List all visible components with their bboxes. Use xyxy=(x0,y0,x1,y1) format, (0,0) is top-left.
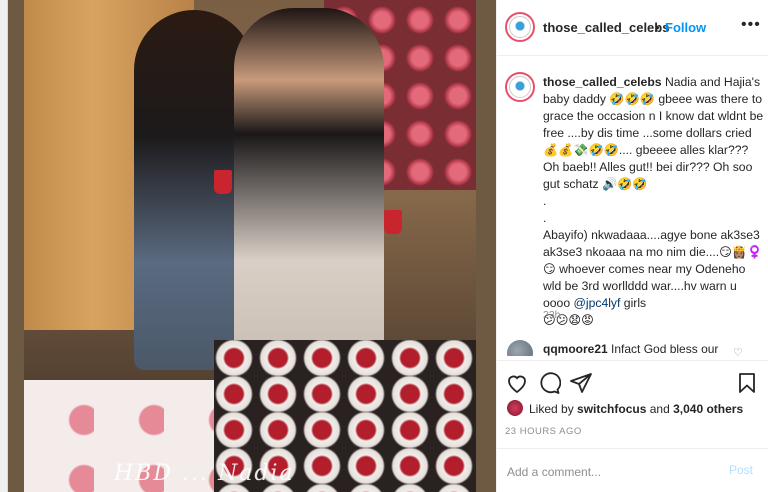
liker-avatar[interactable] xyxy=(507,400,523,416)
photo-person-woman xyxy=(234,8,384,368)
caption-text: those_called_celebs Nadia and Hajia's ba… xyxy=(543,74,765,329)
likes-row: Liked by switchfocus and 3,040 others xyxy=(497,398,768,420)
action-bar xyxy=(497,360,768,401)
likes-text: Liked by switchfocus and 3,040 others xyxy=(529,402,743,416)
post-media[interactable]: HBD ... Nadia xyxy=(8,0,496,492)
post-side-panel: those_called_celebs • Follow ••• those_c… xyxy=(496,0,768,492)
likes-middle: and xyxy=(646,402,674,416)
post-comment-button[interactable]: Post xyxy=(729,463,753,477)
caption-username[interactable]: those_called_celebs xyxy=(543,75,662,89)
bookmark-icon[interactable] xyxy=(735,371,759,395)
post-photo: HBD ... Nadia xyxy=(24,0,476,492)
commenter-username[interactable]: qqmoore21 xyxy=(543,342,608,356)
photo-red-cup xyxy=(214,170,232,194)
caption-timestamp[interactable]: 23h xyxy=(543,309,561,321)
page-edge xyxy=(0,0,8,492)
instagram-post: HBD ... Nadia those_called_celebs • Foll… xyxy=(0,0,768,492)
comment-icon[interactable] xyxy=(537,371,561,395)
caption-body: Nadia and Hajia's baby daddy 🤣🤣🤣 gbeee w… xyxy=(543,75,764,310)
follow-button[interactable]: Follow xyxy=(665,20,706,35)
photo-red-cup xyxy=(384,210,402,234)
likes-count[interactable]: 3,040 others xyxy=(673,402,743,416)
likes-prefix: Liked by xyxy=(529,402,578,416)
commenter-avatar[interactable] xyxy=(507,340,533,356)
share-icon[interactable] xyxy=(569,371,593,395)
author-avatar[interactable] xyxy=(505,12,535,42)
comments-section[interactable]: those_called_celebs Nadia and Hajia's ba… xyxy=(497,56,768,356)
more-options-icon[interactable]: ••• xyxy=(741,16,761,34)
comment-like-icon[interactable]: ♡ xyxy=(733,346,743,356)
comment-input[interactable] xyxy=(505,461,709,483)
liker-username[interactable]: switchfocus xyxy=(577,402,646,416)
photo-overlay-text: HBD ... Nadia xyxy=(114,461,295,486)
add-comment-bar: Post xyxy=(497,448,768,492)
heart-icon[interactable] xyxy=(505,371,529,395)
post-header: those_called_celebs • Follow ••• xyxy=(497,0,768,56)
comment-text: qqmoore21 Infact God bless our xyxy=(543,342,733,356)
author-username[interactable]: those_called_celebs xyxy=(543,20,669,35)
comment-body: Infact God bless our xyxy=(607,342,719,356)
caption-author-avatar[interactable] xyxy=(505,72,535,102)
separator-dot: • xyxy=(655,20,660,35)
caption-mention[interactable]: @jpc4lyf xyxy=(574,296,621,310)
post-timestamp[interactable]: 23 HOURS AGO xyxy=(505,426,582,437)
